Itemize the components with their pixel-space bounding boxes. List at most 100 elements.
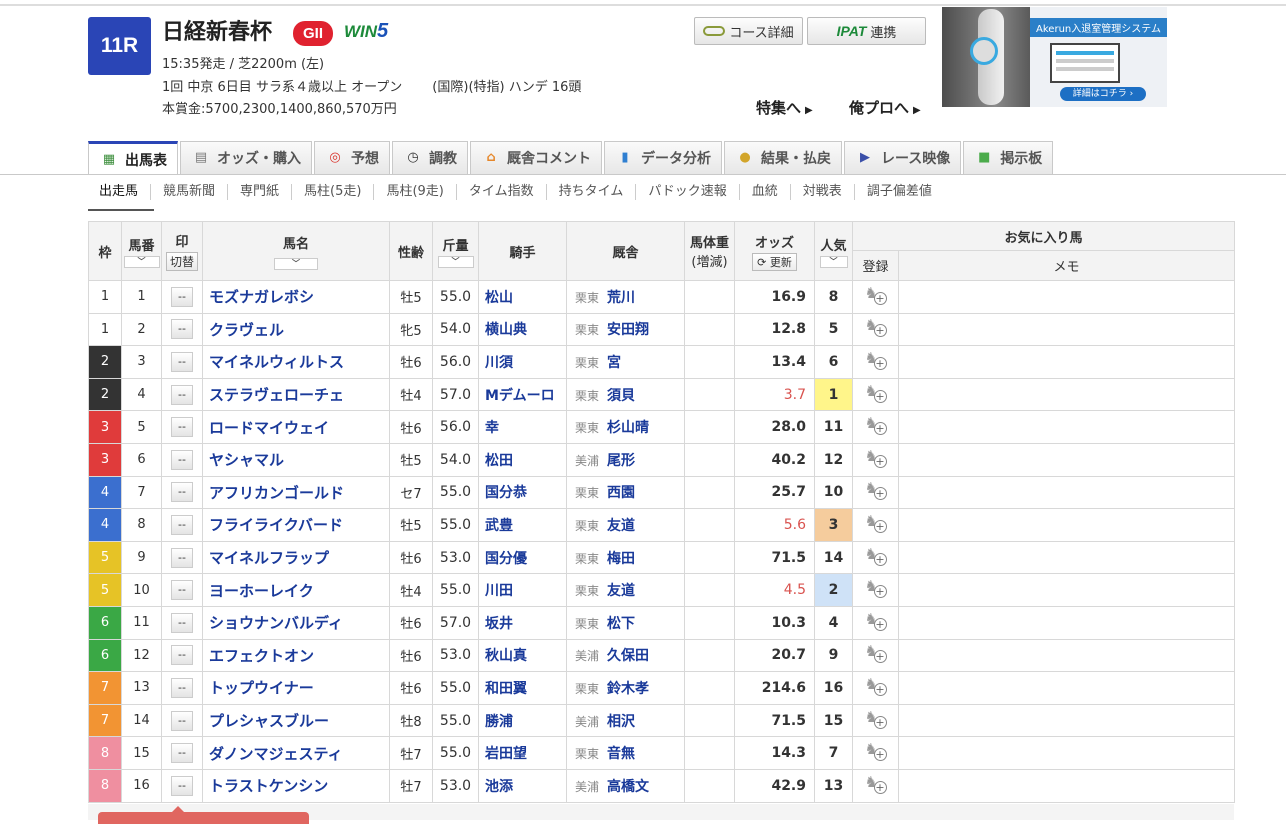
sub-tab-item[interactable]: 対戦表	[789, 184, 854, 200]
mark-select-button[interactable]: --	[171, 743, 193, 764]
memo-cell[interactable]	[897, 671, 1236, 705]
jockey-link[interactable]: 国分恭	[478, 475, 567, 510]
trainer-link[interactable]: 尾形	[607, 453, 635, 469]
jockey-link[interactable]: 川須	[478, 345, 567, 379]
memo-cell[interactable]	[897, 345, 1236, 379]
jockey-link[interactable]: 和田翼	[478, 671, 567, 705]
special-feature-link[interactable]: 特集へ ▶	[756, 97, 813, 118]
add-favorite-icon[interactable]: ♞ +	[865, 415, 887, 436]
mark-select-button[interactable]: --	[171, 645, 193, 666]
trainer-link[interactable]: 杉山晴	[607, 420, 649, 436]
tab-coins[interactable]: ● 結果・払戻	[724, 141, 842, 174]
memo-cell[interactable]	[897, 605, 1236, 640]
add-favorite-icon[interactable]: ♞ +	[865, 285, 887, 305]
horse-name-link[interactable]: トップウイナー	[202, 671, 390, 705]
jockey-link[interactable]: 国分優	[478, 540, 567, 575]
horse-name-link[interactable]: ステラヴェローチェ	[202, 377, 390, 412]
jockey-link[interactable]: 秋山真	[478, 638, 567, 673]
sub-tab-item[interactable]: パドック速報	[635, 184, 738, 200]
sub-tab-item[interactable]: タイム指数	[455, 184, 546, 200]
refresh-button[interactable]: ⟳ 更新	[752, 252, 797, 271]
trainer-link[interactable]: 友道	[607, 583, 635, 599]
memo-cell[interactable]	[897, 280, 1236, 314]
trainer-link[interactable]: 相沢	[607, 714, 635, 730]
mark-select-button[interactable]: --	[171, 449, 193, 470]
add-favorite-icon[interactable]: ♞ +	[865, 448, 887, 468]
trainer-link[interactable]: 梅田	[607, 551, 635, 567]
memo-cell[interactable]	[897, 736, 1236, 770]
tab-stopwatch[interactable]: ◷ 調教	[392, 141, 468, 174]
header-name[interactable]: 馬名 ﹀	[202, 221, 390, 281]
horse-name-link[interactable]: マイネルウィルトス	[202, 345, 390, 379]
memo-cell[interactable]	[897, 768, 1236, 803]
memo-cell[interactable]	[897, 377, 1236, 412]
tab-chat[interactable]: ■ 掲示板	[963, 141, 1054, 174]
tab-table[interactable]: ▦ 出馬表	[88, 141, 178, 175]
trainer-link[interactable]: 西園	[607, 485, 635, 501]
horse-name-link[interactable]: フライライクバード	[202, 508, 390, 542]
horse-name-link[interactable]: クラヴェル	[202, 312, 390, 347]
mark-select-button[interactable]: --	[171, 677, 193, 698]
mark-select-button[interactable]: --	[171, 710, 193, 731]
win5-logo[interactable]: WIN5	[344, 20, 388, 43]
jockey-link[interactable]: 横山典	[478, 312, 567, 347]
horse-name-link[interactable]: アフリカンゴールド	[202, 475, 390, 510]
memo-cell[interactable]	[897, 312, 1236, 347]
sub-tab-item[interactable]: 血統	[738, 184, 790, 200]
mark-select-button[interactable]: --	[171, 514, 193, 535]
trainer-link[interactable]: 鈴木孝	[607, 681, 649, 697]
add-favorite-icon[interactable]: ♞ +	[865, 643, 887, 664]
trainer-link[interactable]: 安田翔	[607, 322, 649, 338]
header-weight[interactable]: 斤量 ﹀	[432, 221, 479, 281]
ad-cta-button[interactable]: 詳細はコチラ ›	[1060, 87, 1146, 101]
sub-tab-item[interactable]: 専門紙	[227, 184, 291, 200]
mark-select-button[interactable]: --	[171, 775, 193, 796]
sort-icon[interactable]: ﹀	[274, 257, 318, 270]
jockey-link[interactable]: 川田	[478, 573, 567, 607]
trainer-link[interactable]: 音無	[607, 746, 635, 762]
mark-select-button[interactable]: --	[171, 547, 193, 568]
header-umaban[interactable]: 馬番 ﹀	[121, 221, 162, 281]
memo-cell[interactable]	[897, 540, 1236, 575]
horse-name-link[interactable]: エフェクトオン	[202, 638, 390, 673]
memo-cell[interactable]	[897, 410, 1236, 444]
tab-video[interactable]: ▶ レース映像	[844, 141, 962, 174]
horse-name-link[interactable]: ロードマイウェイ	[202, 410, 390, 444]
sort-icon[interactable]: ﹀	[819, 255, 848, 268]
header-popularity[interactable]: 人気 ﹀	[814, 221, 853, 281]
add-favorite-icon[interactable]: ♞ +	[865, 480, 887, 501]
trainer-link[interactable]: 荒川	[607, 290, 635, 306]
mark-switch-button[interactable]: 切替	[165, 252, 198, 271]
pro-link[interactable]: 俺プロへ ▶	[849, 97, 921, 118]
tab-stable[interactable]: ⌂ 厩舎コメント	[470, 141, 602, 174]
horse-name-link[interactable]: ヤシャマル	[202, 442, 390, 477]
trainer-link[interactable]: 久保田	[607, 648, 649, 664]
memo-cell[interactable]	[897, 508, 1236, 542]
floating-red-banner[interactable]	[98, 812, 309, 824]
trainer-link[interactable]: 宮	[607, 355, 621, 371]
add-favorite-icon[interactable]: ♞ +	[865, 383, 887, 403]
sub-tab-item[interactable]: 調子偏差値	[853, 184, 944, 200]
memo-cell[interactable]	[897, 442, 1236, 477]
add-favorite-icon[interactable]: ♞ +	[865, 741, 887, 762]
trainer-link[interactable]: 須貝	[607, 388, 635, 404]
trainer-link[interactable]: 松下	[607, 616, 635, 632]
mark-select-button[interactable]: --	[171, 482, 193, 503]
add-favorite-icon[interactable]: ♞ +	[865, 774, 887, 794]
advertisement-banner[interactable]: Akerun入退室管理システム 詳細はコチラ ›	[942, 7, 1167, 107]
horse-name-link[interactable]: ダノンマジェスティ	[202, 736, 390, 770]
sub-tab-item[interactable]: 馬柱(9走)	[373, 184, 455, 200]
jockey-link[interactable]: 坂井	[478, 605, 567, 640]
memo-cell[interactable]	[897, 638, 1236, 673]
sub-tab-item[interactable]: 出走馬	[88, 184, 150, 200]
horse-name-link[interactable]: プレシャスブルー	[202, 703, 390, 738]
jockey-link[interactable]: 池添	[478, 768, 567, 803]
memo-cell[interactable]	[897, 573, 1236, 607]
jockey-link[interactable]: 岩田望	[478, 736, 567, 770]
horse-name-link[interactable]: トラストケンシン	[202, 768, 390, 803]
mark-select-button[interactable]: --	[171, 612, 193, 633]
jockey-link[interactable]: 松田	[478, 442, 567, 477]
add-favorite-icon[interactable]: ♞ +	[865, 317, 887, 338]
jockey-link[interactable]: 武豊	[478, 508, 567, 542]
add-favorite-icon[interactable]: ♞ +	[865, 350, 887, 370]
